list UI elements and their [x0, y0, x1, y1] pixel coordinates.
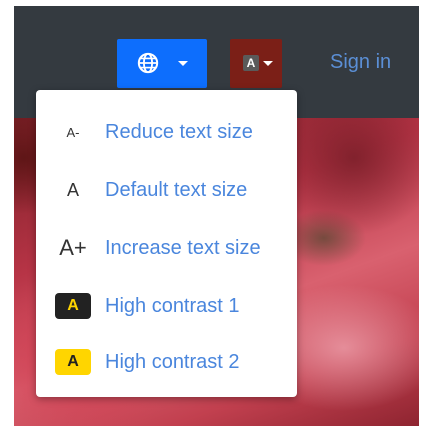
text-size-icon: A — [243, 55, 259, 71]
menu-item-label: Reduce text size — [105, 121, 253, 143]
globe-icon — [137, 52, 159, 74]
menu-item-high-contrast-2[interactable]: A High contrast 2 — [36, 336, 297, 388]
menu-item-label: Default text size — [105, 179, 248, 201]
menu-item-default-text-size[interactable]: A Default text size — [36, 164, 297, 216]
menu-item-label: High contrast 2 — [105, 351, 240, 373]
increase-text-icon: A+ — [59, 235, 87, 260]
chevron-down-icon — [263, 61, 273, 66]
high-contrast-dark-icon: A — [54, 292, 92, 320]
app-frame: A Sign in A- Reduce text size A Default … — [14, 6, 419, 426]
menu-item-high-contrast-1[interactable]: A High contrast 1 — [36, 280, 297, 332]
sign-in-link[interactable]: Sign in — [330, 50, 391, 74]
reduce-text-icon: A- — [66, 124, 80, 140]
language-dropdown-button[interactable] — [117, 39, 207, 88]
menu-item-reduce-text-size[interactable]: A- Reduce text size — [36, 106, 297, 158]
text-size-dropdown-button[interactable]: A — [230, 39, 282, 88]
high-contrast-yellow-icon: A — [54, 348, 92, 376]
text-size-menu: A- Reduce text size A Default text size … — [36, 90, 297, 397]
chevron-down-icon — [178, 61, 188, 66]
high-contrast-badge: A — [55, 349, 91, 375]
menu-item-label: Increase text size — [105, 237, 261, 259]
menu-item-label: High contrast 1 — [105, 295, 240, 317]
default-text-icon: A — [66, 179, 79, 200]
high-contrast-badge: A — [55, 293, 91, 319]
menu-item-increase-text-size[interactable]: A+ Increase text size — [36, 222, 297, 274]
